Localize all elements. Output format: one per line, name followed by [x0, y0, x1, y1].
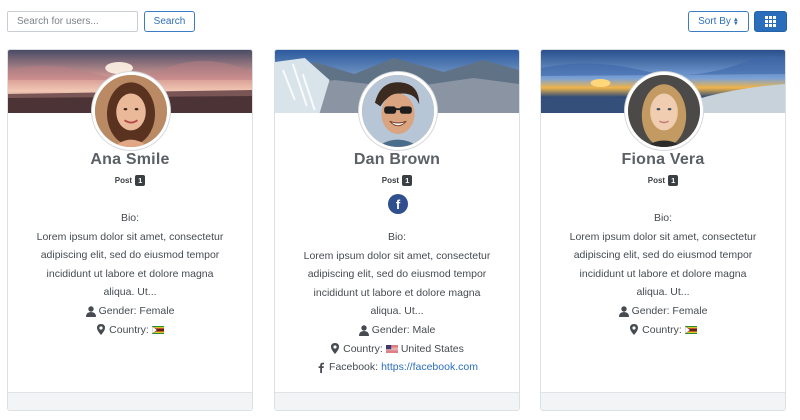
user-name: Fiona Vera [621, 151, 705, 168]
facebook-icon[interactable]: f [388, 194, 408, 214]
flag-zimbabwe-icon [684, 325, 697, 334]
user-details: Bio: Lorem ipsum dolor sit amet, consect… [275, 228, 519, 377]
post-badge: 1 [668, 175, 679, 186]
bio-text: Lorem ipsum dolor sit amet, consectetur … [303, 249, 491, 318]
country-text: Country: [109, 323, 149, 336]
post-label: Post [647, 176, 666, 185]
facebook-link[interactable]: https://facebook.com [381, 358, 478, 377]
user-name: Ana Smile [90, 151, 170, 168]
gender-row: Gender: Female [541, 302, 785, 321]
user-name: Dan Brown [353, 151, 441, 168]
map-marker-icon [331, 343, 340, 355]
facebook-label: Facebook: [329, 361, 379, 374]
post-label: Post [381, 176, 400, 185]
avatar [359, 72, 437, 150]
sort-icon: ▲ ▼ [732, 16, 739, 27]
country-name: United States [400, 342, 464, 355]
avatar [92, 72, 170, 150]
avatar [625, 72, 703, 150]
grid-view-icon [765, 16, 776, 27]
country-text: Country: [642, 323, 682, 336]
gender-row: Gender: Male [275, 321, 519, 340]
bio-text: Lorem ipsum dolor sit amet, consectetur … [569, 230, 757, 299]
gender-row: Gender: Female [8, 302, 252, 321]
user-details: Bio: Lorem ipsum dolor sit amet, consect… [541, 209, 785, 339]
map-marker-icon [630, 324, 639, 336]
facebook-row: Facebook: https://facebook.com [275, 358, 519, 377]
gender-text: Gender: Female [631, 304, 708, 317]
post-badge: 1 [402, 175, 413, 186]
sort-by-button[interactable]: Sort By ▲ ▼ [688, 11, 749, 32]
user-card: Ana Smile Post 1 Bio: Lorem ipsum dolor … [7, 49, 253, 411]
post-count: Post 1 [541, 175, 785, 186]
country-row: Country: [541, 321, 785, 340]
search-input[interactable] [7, 11, 138, 32]
bio-label: Bio: [387, 231, 407, 243]
card-footer [8, 392, 252, 410]
post-badge: 1 [135, 175, 146, 186]
bio-text: Lorem ipsum dolor sit amet, consectetur … [36, 230, 224, 299]
map-marker-icon [97, 324, 106, 336]
user-icon [618, 306, 629, 317]
user-details: Bio: Lorem ipsum dolor sit amet, consect… [8, 209, 252, 339]
flag-zimbabwe-icon [151, 325, 164, 334]
toolbar: Search Sort By ▲▼ [0, 0, 800, 44]
country-row: Country: United States [275, 340, 519, 359]
grid-view-button[interactable] [754, 11, 787, 32]
search-button[interactable]: Search [144, 11, 195, 32]
country-row: Country: [8, 321, 252, 340]
gender-text: Gender: Male [371, 323, 436, 336]
bio-label: Bio: [120, 212, 140, 224]
user-icon [85, 306, 96, 317]
post-count: Post 1 [275, 175, 519, 186]
country-text: Country: [343, 342, 383, 355]
post-label: Post [114, 176, 133, 185]
card-footer [541, 392, 785, 410]
sort-by-label: Sort By [698, 16, 731, 27]
gender-text: Gender: Female [98, 304, 175, 317]
facebook-f-icon [318, 362, 325, 373]
bio-label: Bio: [653, 212, 673, 224]
flag-united-states-icon [385, 344, 398, 353]
user-card: Dan Brown Post 1 f Bio: Lorem ipsum dolo… [274, 49, 520, 411]
card-footer [275, 392, 519, 410]
post-count: Post 1 [8, 175, 252, 186]
user-card: Fiona Vera Post 1 Bio: Lorem ipsum dolor… [540, 49, 786, 411]
user-icon [358, 325, 369, 336]
